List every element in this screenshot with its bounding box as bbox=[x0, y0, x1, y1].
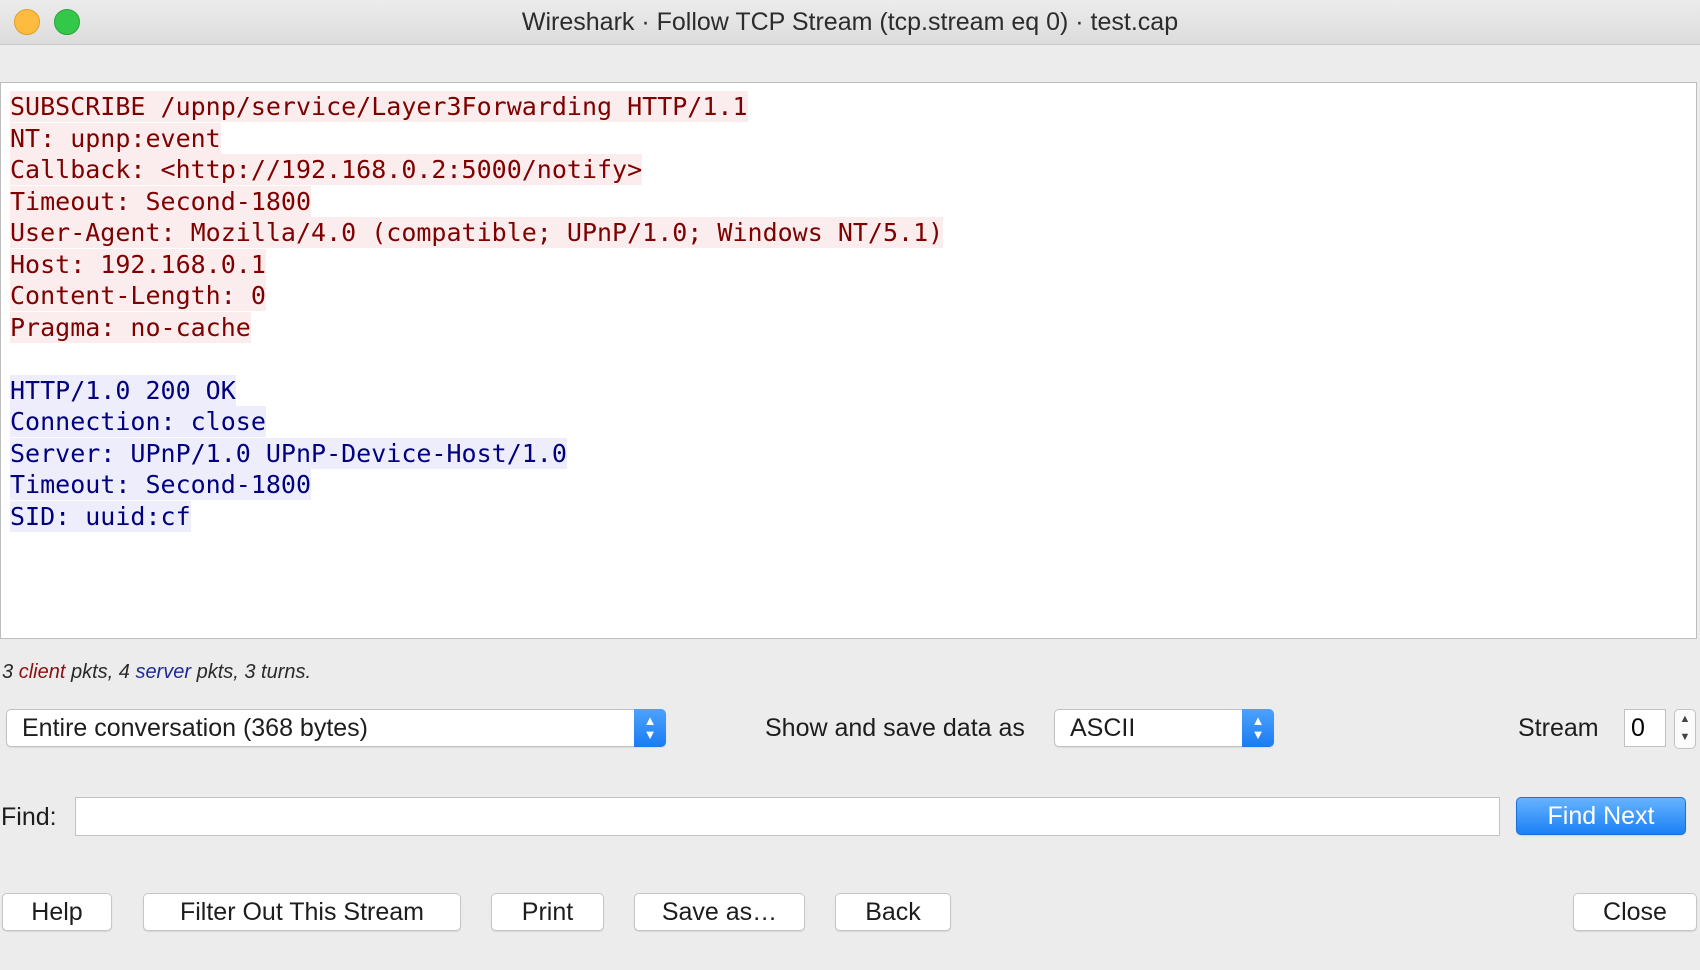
back-button[interactable]: Back bbox=[835, 893, 951, 931]
client-line-text: NT: upnp:event bbox=[10, 122, 221, 154]
server-line-text: HTTP/1.0 200 OK bbox=[10, 374, 236, 406]
client-label: client bbox=[18, 661, 66, 683]
client-line-text: SUBSCRIBE /upnp/service/Layer3Forwarding… bbox=[10, 91, 748, 122]
stream-number-field[interactable]: 0 bbox=[1624, 709, 1666, 747]
stream-content-area[interactable]: SUBSCRIBE /upnp/service/Layer3Forwarding… bbox=[0, 82, 1697, 639]
server-line: Connection: close bbox=[10, 406, 1687, 438]
help-button[interactable]: Help bbox=[2, 893, 112, 931]
title-bar: Wireshark · Follow TCP Stream (tcp.strea… bbox=[0, 0, 1700, 45]
client-data-block: SUBSCRIBE /upnp/service/Layer3Forwarding… bbox=[10, 91, 1687, 343]
save-as-button[interactable]: Save as… bbox=[634, 893, 805, 931]
client-line-text: User-Agent: Mozilla/4.0 (compatible; UPn… bbox=[10, 217, 944, 248]
client-line: Pragma: no-cache bbox=[10, 311, 1687, 344]
client-line-text: Host: 192.168.0.1 bbox=[10, 248, 266, 280]
select-arrows-icon: ▲ ▼ bbox=[1242, 709, 1274, 747]
conversation-select-value: Entire conversation (368 bytes) bbox=[22, 714, 369, 742]
server-line-text: Connection: close bbox=[10, 406, 266, 437]
server-line: SID: uuid:cf bbox=[10, 500, 1687, 533]
show-save-label: Show and save data as bbox=[765, 714, 1025, 742]
client-line: Host: 192.168.0.1 bbox=[10, 248, 1687, 281]
server-line-text: Server: UPnP/1.0 UPnP-Device-Host/1.0 bbox=[10, 437, 567, 469]
data-format-select[interactable]: ASCII ▲ ▼ bbox=[1054, 709, 1274, 747]
client-line-text: Callback: <http://192.168.0.2:5000/notif… bbox=[10, 154, 643, 185]
client-line-text: Content-Length: 0 bbox=[10, 280, 266, 311]
find-input[interactable] bbox=[75, 797, 1500, 836]
summary-tail: pkts, 3 turns. bbox=[196, 661, 312, 683]
follow-tcp-stream-window: Wireshark · Follow TCP Stream (tcp.strea… bbox=[0, 0, 1700, 970]
find-next-button[interactable]: Find Next bbox=[1516, 797, 1686, 835]
client-line-text: Timeout: Second-1800 bbox=[10, 185, 312, 217]
server-line: HTTP/1.0 200 OK bbox=[10, 374, 1687, 407]
client-line-text: Pragma: no-cache bbox=[10, 311, 251, 343]
server-line-text: SID: uuid:cf bbox=[10, 500, 191, 532]
stream-separator bbox=[10, 343, 1687, 375]
client-line: Callback: <http://192.168.0.2:5000/notif… bbox=[10, 154, 1687, 186]
server-data-block: HTTP/1.0 200 OK Connection: close Server: … bbox=[10, 374, 1687, 533]
client-line: Timeout: Second-1800 bbox=[10, 185, 1687, 218]
server-line-text: Timeout: Second-1800 bbox=[10, 469, 312, 500]
close-button[interactable]: Close bbox=[1573, 893, 1697, 931]
stepper-up-icon[interactable]: ▲ bbox=[1675, 710, 1695, 728]
select-arrows-icon: ▲ ▼ bbox=[634, 709, 666, 747]
filter-out-stream-button[interactable]: Filter Out This Stream bbox=[143, 893, 461, 931]
conversation-select[interactable]: Entire conversation (368 bytes) ▲ ▼ bbox=[6, 709, 666, 747]
client-packet-count: 3 bbox=[2, 661, 14, 683]
data-format-select-value: ASCII bbox=[1070, 714, 1136, 742]
client-line: SUBSCRIBE /upnp/service/Layer3Forwarding… bbox=[10, 91, 1687, 123]
server-line: Timeout: Second-1800 bbox=[10, 469, 1687, 501]
print-button[interactable]: Print bbox=[491, 893, 604, 931]
client-line: NT: upnp:event bbox=[10, 122, 1687, 155]
stream-stepper[interactable]: ▲ ▼ bbox=[1674, 709, 1696, 749]
summary-middle: pkts, 4 bbox=[70, 661, 130, 683]
find-label: Find: bbox=[1, 803, 57, 831]
client-line: Content-Length: 0 bbox=[10, 280, 1687, 312]
window-title: Wireshark · Follow TCP Stream (tcp.strea… bbox=[521, 8, 1179, 36]
server-label: server bbox=[135, 661, 192, 683]
stream-summary: 3 client pkts, 4 server pkts, 3 turns. bbox=[2, 661, 311, 684]
stream-label: Stream bbox=[1518, 714, 1599, 742]
stepper-down-icon[interactable]: ▼ bbox=[1675, 728, 1695, 746]
server-line: Server: UPnP/1.0 UPnP-Device-Host/1.0 bbox=[10, 437, 1687, 470]
client-line: User-Agent: Mozilla/4.0 (compatible; UPn… bbox=[10, 217, 1687, 249]
